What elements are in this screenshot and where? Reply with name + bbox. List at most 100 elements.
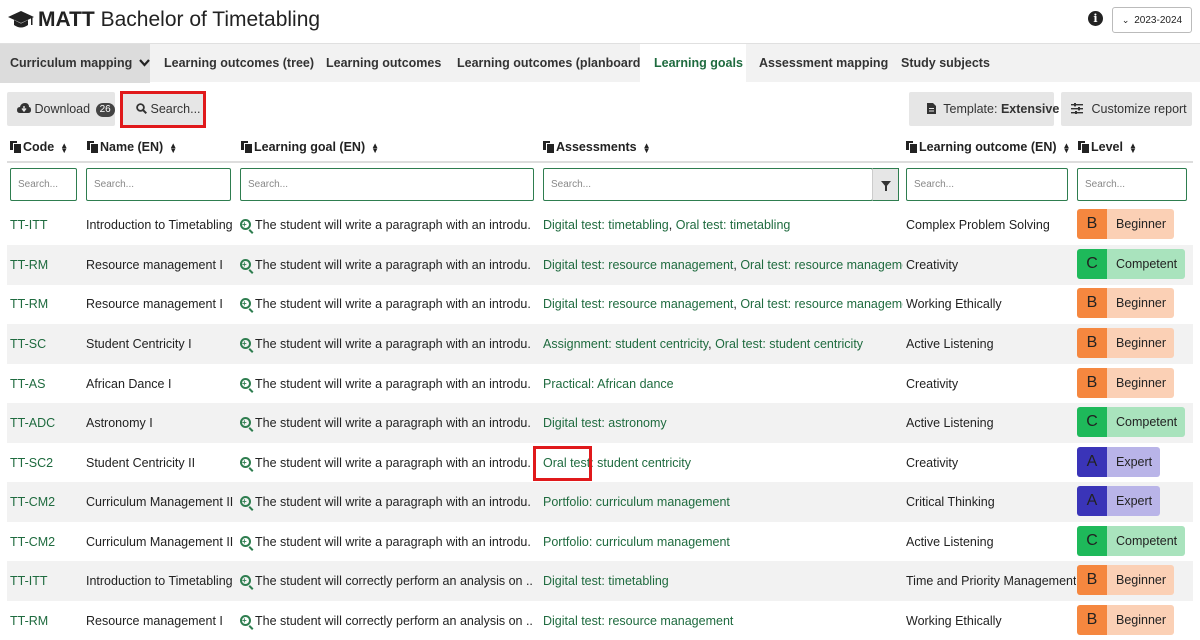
customize-report-button[interactable]: Customize report <box>1061 92 1192 126</box>
assessment-link[interactable]: Digital test: resource management <box>543 297 733 311</box>
copy-icon[interactable] <box>1078 141 1089 153</box>
tab-study-subjects[interactable]: Study subjects <box>901 44 990 83</box>
file-icon <box>927 103 936 114</box>
filter-learning-outcome-input[interactable]: Search... <box>906 168 1068 201</box>
learning-goal[interactable]: The student will write a paragraph with … <box>240 482 532 522</box>
table-row: TT-ADC Astronomy I The student will write … <box>7 403 1193 443</box>
assessment-link[interactable]: Digital test: resource management <box>543 258 733 272</box>
copy-icon[interactable] <box>906 141 917 153</box>
tab-learning-outcomes-tree[interactable]: Learning outcomes (tree) <box>164 44 314 83</box>
copy-icon[interactable] <box>241 141 252 153</box>
zoom-in-icon[interactable] <box>240 601 251 640</box>
zoom-in-icon[interactable] <box>240 284 251 324</box>
tab-learning-goals[interactable]: Learning goals <box>640 44 746 84</box>
assessment-link[interactable]: Digital test: astronomy <box>543 416 667 430</box>
column-header-learning-outcome[interactable]: Learning outcome (EN) ▲ ▼ <box>906 137 1070 157</box>
zoom-in-icon[interactable] <box>240 482 251 522</box>
column-header-assessments[interactable]: Assessments ▲ ▼ <box>543 137 651 157</box>
copy-icon[interactable] <box>87 141 98 153</box>
assessment-link[interactable]: Digital test: timetabling <box>543 218 669 232</box>
filter-assessments-input[interactable]: Search... <box>543 168 873 201</box>
filter-learning-goal-input[interactable]: Search... <box>240 168 534 201</box>
zoom-in-icon[interactable] <box>240 205 251 245</box>
course-code-link[interactable]: TT-RM <box>10 245 48 285</box>
learning-goal[interactable]: The student will write a paragraph with … <box>240 443 532 483</box>
filter-code-input[interactable]: Search... <box>10 168 77 201</box>
assessment-link[interactable]: Portfolio: curriculum management <box>543 535 730 549</box>
learning-goal[interactable]: The student will write a paragraph with … <box>240 364 532 404</box>
course-code-link[interactable]: TT-ADC <box>10 403 55 443</box>
level-label: Competent <box>1107 526 1186 556</box>
course-code-link[interactable]: TT-RM <box>10 284 48 324</box>
tab-assessment-mapping[interactable]: Assessment mapping <box>759 44 888 83</box>
copy-icon[interactable] <box>10 141 21 153</box>
learning-outcome: Creativity <box>906 456 959 470</box>
learning-goal-text: The student will write a paragraph with … <box>255 377 532 391</box>
search-button-highlight <box>120 91 206 128</box>
course-code-link[interactable]: TT-ITT <box>10 205 48 245</box>
learning-goal[interactable]: The student will correctly perform an an… <box>240 601 532 640</box>
course-code-link[interactable]: TT-SC <box>10 324 46 364</box>
level-letter: B <box>1077 328 1107 358</box>
academic-year-dropdown[interactable]: ⌄ 2023-2024 <box>1112 7 1192 33</box>
level-badge: A Expert <box>1077 486 1161 516</box>
filter-icon[interactable] <box>872 168 899 201</box>
template-button[interactable]: Template: Extensive <box>909 92 1059 126</box>
app-title-name: Bachelor of Timetabling <box>100 8 321 31</box>
learning-goal-text: The student will write a paragraph with … <box>255 495 532 509</box>
tab-learning-outcomes-planboard[interactable]: Learning outcomes (planboard) <box>457 44 645 83</box>
zoom-in-icon[interactable] <box>240 364 251 404</box>
course-code-link[interactable]: TT-CM2 <box>10 482 55 522</box>
assessment-link-highlight <box>533 446 592 481</box>
assessment-link[interactable]: Digital test: resource management <box>543 614 733 628</box>
info-icon[interactable]: i <box>1088 11 1103 26</box>
zoom-in-icon[interactable] <box>240 443 251 483</box>
learning-goal[interactable]: The student will write a paragraph with … <box>240 284 532 324</box>
course-name: Resource management I <box>86 297 223 311</box>
course-name: Student Centricity II <box>86 456 196 470</box>
learning-goal[interactable]: The student will write a paragraph with … <box>240 522 532 562</box>
assessment-link[interactable]: Practical: African dance <box>543 377 674 391</box>
assessments-cell: Digital test: timetabling <box>543 561 903 601</box>
filter-level-input[interactable]: Search... <box>1077 168 1187 201</box>
learning-outcome: Active Listening <box>906 337 994 351</box>
level-badge: B Beginner <box>1077 288 1175 318</box>
zoom-in-icon[interactable] <box>240 324 251 364</box>
assessment-link[interactable]: Oral test: resource management <box>740 297 903 311</box>
zoom-in-icon[interactable] <box>240 561 251 601</box>
filter-name-input[interactable]: Search... <box>86 168 231 201</box>
zoom-in-icon[interactable] <box>240 522 251 562</box>
sort-icon: ▲ ▼ <box>1128 140 1137 155</box>
assessment-link[interactable]: Digital test: timetabling <box>543 574 669 588</box>
assessment-link[interactable]: Oral test: timetabling <box>676 218 791 232</box>
column-header-code[interactable]: Code ▲ ▼ <box>10 137 68 157</box>
course-name: Curriculum Management II <box>86 495 234 509</box>
course-code-link[interactable]: TT-RM <box>10 601 48 640</box>
column-header-level[interactable]: Level ▲ ▼ <box>1078 137 1137 157</box>
course-code-link[interactable]: TT-AS <box>10 364 45 404</box>
column-header-learning-goal[interactable]: Learning goal (EN) ▲ ▼ <box>241 137 379 157</box>
download-button[interactable]: Download 26 <box>7 92 115 126</box>
learning-goal[interactable]: The student will write a paragraph with … <box>240 403 532 443</box>
assessment-link[interactable]: Oral test: student centricity <box>715 337 863 351</box>
zoom-in-icon[interactable] <box>240 245 251 285</box>
customize-report-label: Customize report <box>1091 102 1187 116</box>
learning-goal[interactable]: The student will correctly perform an an… <box>240 561 532 601</box>
learning-outcome: Active Listening <box>906 416 994 430</box>
assessment-link[interactable]: Assignment: student centricity <box>543 337 708 351</box>
table-row: TT-CM2 Curriculum Management II The studen… <box>7 482 1193 522</box>
assessment-link[interactable]: Oral test: resource management <box>740 258 903 272</box>
zoom-in-icon[interactable] <box>240 403 251 443</box>
copy-icon[interactable] <box>543 141 554 153</box>
course-code-link[interactable]: TT-CM2 <box>10 522 55 562</box>
tab-label: Learning goals <box>654 56 743 70</box>
course-code-link[interactable]: TT-ITT <box>10 561 48 601</box>
learning-goal[interactable]: The student will write a paragraph with … <box>240 205 532 245</box>
tab-curriculum-mapping[interactable]: Curriculum mapping <box>0 44 150 83</box>
course-code-link[interactable]: TT-SC2 <box>10 443 53 483</box>
tab-learning-outcomes[interactable]: Learning outcomes <box>326 44 441 83</box>
learning-goal[interactable]: The student will write a paragraph with … <box>240 245 532 285</box>
assessment-link[interactable]: Portfolio: curriculum management <box>543 495 730 509</box>
column-header-name[interactable]: Name (EN) ▲ ▼ <box>87 137 177 157</box>
learning-goal[interactable]: The student will write a paragraph with … <box>240 324 532 364</box>
